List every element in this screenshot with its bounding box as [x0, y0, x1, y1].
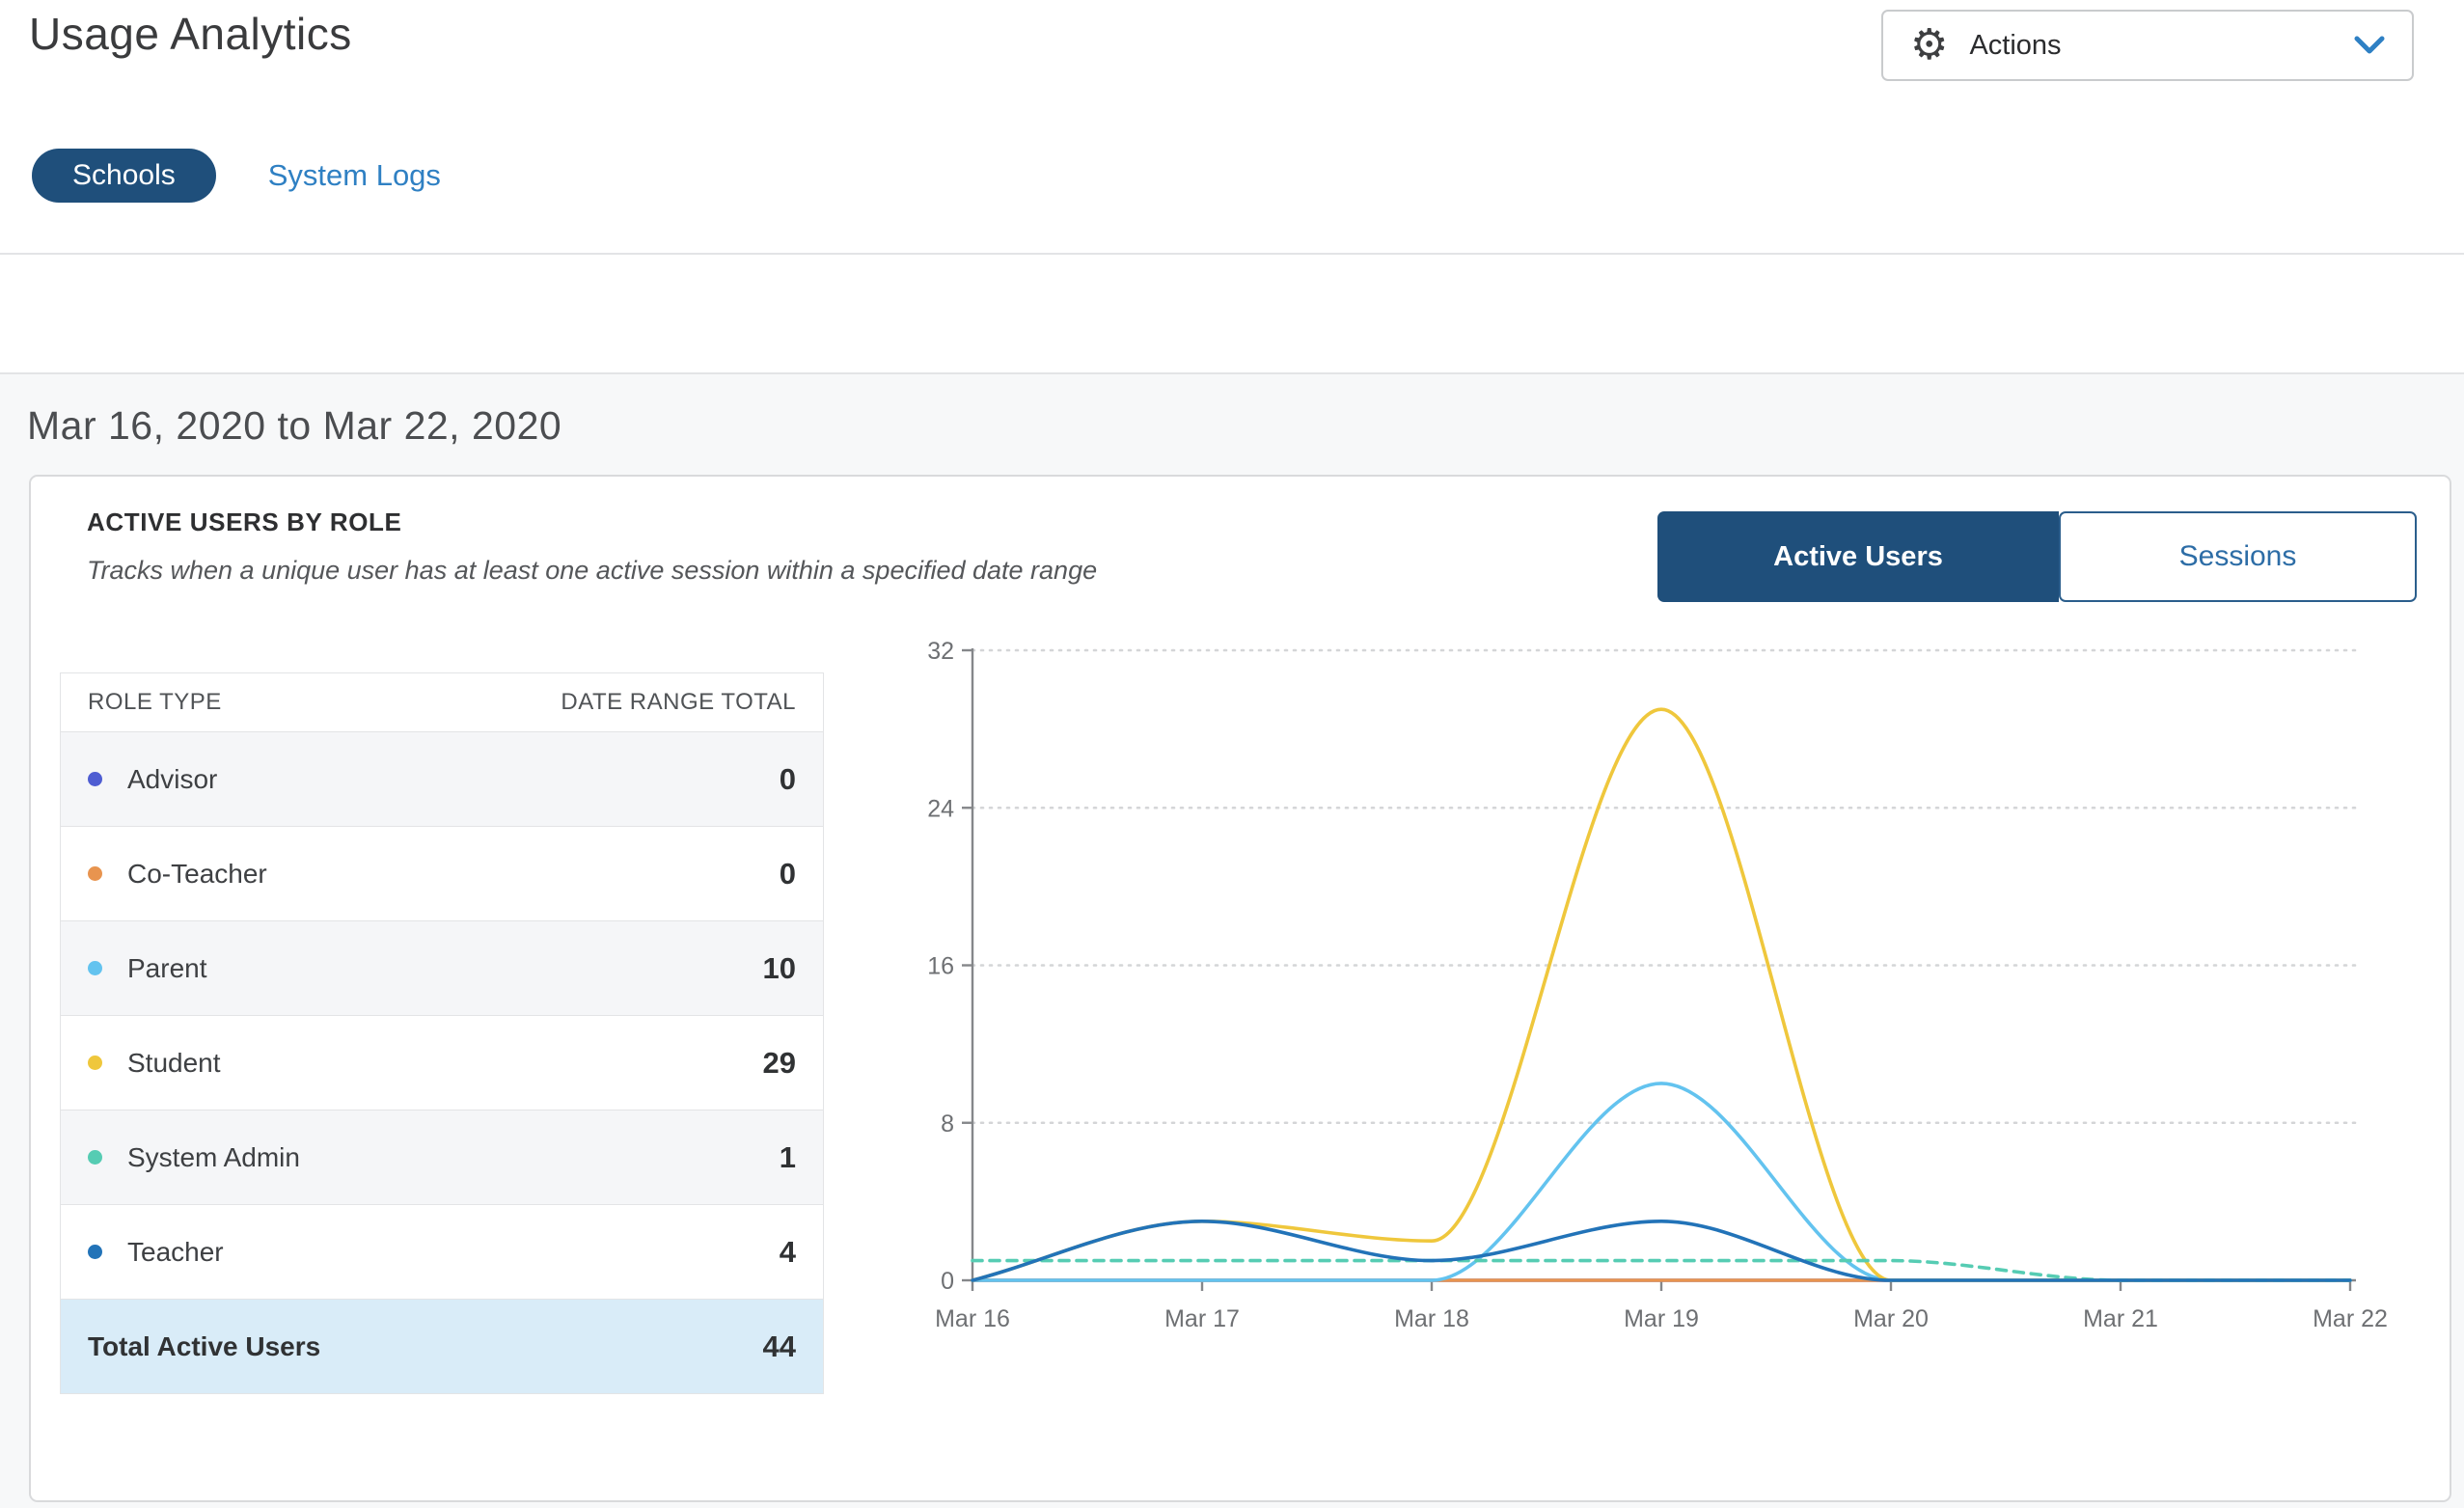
view-tabs: Schools System Logs: [32, 149, 441, 203]
role-table: ROLE TYPE DATE RANGE TOTAL Advisor0Co-Te…: [60, 672, 824, 1394]
card-subtitle: Tracks when a unique user has at least o…: [87, 556, 1097, 586]
series-line-system-admin: [972, 1261, 2350, 1280]
table-row: Co-Teacher 0: [61, 826, 823, 920]
col-date-range-total: DATE RANGE TOTAL: [561, 689, 796, 716]
legend-dot: [88, 1056, 102, 1070]
y-tick-label: 16: [927, 953, 954, 980]
legend-dot: [88, 1150, 102, 1165]
role-total: 0: [780, 857, 796, 891]
table-header: ROLE TYPE DATE RANGE TOTAL: [61, 673, 823, 731]
top-header: Usage Analytics ⚙ Actions Schools System…: [0, 0, 2464, 253]
y-tick-label: 8: [941, 1110, 954, 1138]
role-label: Teacher: [127, 1237, 224, 1268]
legend-dot: [88, 961, 102, 975]
toggle-sessions[interactable]: Sessions: [2059, 511, 2417, 602]
role-label: System Admin: [127, 1142, 300, 1173]
legend-dot: [88, 1245, 102, 1259]
table-total-row: Total Active Users 44: [61, 1299, 823, 1393]
x-tick-label: Mar 22: [2313, 1305, 2388, 1332]
y-tick-label: 24: [927, 795, 954, 822]
series-line-teacher: [972, 1221, 2350, 1280]
role-total: 0: [780, 762, 796, 797]
tab-system-logs[interactable]: System Logs: [268, 158, 441, 193]
total-label: Total Active Users: [88, 1331, 320, 1362]
role-total: 4: [780, 1235, 796, 1270]
x-tick-label: Mar 21: [2083, 1305, 2158, 1332]
x-tick-label: Mar 18: [1394, 1305, 1469, 1332]
table-row: Student 29: [61, 1015, 823, 1110]
legend-dot: [88, 772, 102, 786]
role-label: Co-Teacher: [127, 859, 267, 890]
actions-button[interactable]: ⚙ Actions: [1881, 10, 2414, 81]
col-role-type: ROLE TYPE: [88, 689, 222, 716]
y-tick-label: 32: [927, 638, 954, 665]
table-row: Advisor 0: [61, 731, 823, 826]
x-tick-label: Mar 20: [1853, 1305, 1929, 1332]
x-tick-label: Mar 16: [935, 1305, 1010, 1332]
metric-toggle: Active Users Sessions: [1657, 511, 2417, 602]
actions-button-label: Actions: [1969, 30, 2061, 62]
role-label: Student: [127, 1048, 221, 1079]
x-tick-label: Mar 17: [1164, 1305, 1240, 1332]
tab-schools[interactable]: Schools: [32, 149, 216, 203]
date-range-heading: Mar 16, 2020 to Mar 22, 2020: [27, 403, 561, 449]
y-tick-label: 0: [941, 1268, 954, 1295]
card-title: ACTIVE USERS BY ROLE: [87, 507, 401, 537]
x-tick-label: Mar 19: [1624, 1305, 1699, 1332]
active-users-card: ACTIVE USERS BY ROLE Tracks when a uniqu…: [29, 475, 2451, 1502]
legend-dot: [88, 866, 102, 881]
table-row: Teacher 4: [61, 1204, 823, 1299]
series-line-parent: [972, 1083, 2350, 1280]
toggle-active-users[interactable]: Active Users: [1657, 511, 2059, 602]
page-title: Usage Analytics: [29, 8, 352, 60]
role-label: Advisor: [127, 764, 217, 795]
total-value: 44: [763, 1330, 796, 1364]
filter-bar: FILTERS: Schools Role Type 03/16/2020 03…: [0, 253, 2464, 374]
chevron-down-icon: [2354, 36, 2385, 55]
series-line-student: [972, 709, 2350, 1280]
role-total: 1: [780, 1140, 796, 1175]
table-row: System Admin 1: [61, 1110, 823, 1204]
table-row: Parent 10: [61, 920, 823, 1015]
gear-icon: ⚙: [1910, 24, 1948, 67]
role-total: 29: [763, 1046, 796, 1081]
role-label: Parent: [127, 953, 207, 984]
role-total: 10: [763, 951, 796, 986]
